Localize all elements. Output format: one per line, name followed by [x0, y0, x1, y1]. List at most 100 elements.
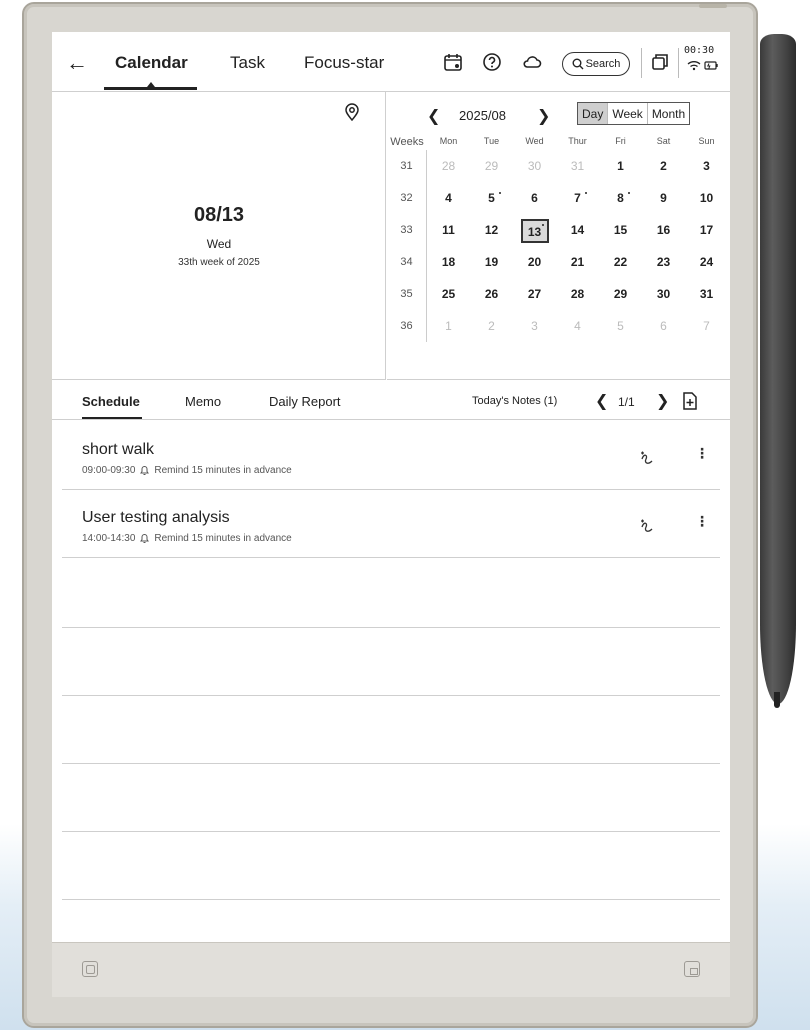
calendar-week-row: 36 1 2 3 4 5 6 7 [387, 310, 730, 342]
calendar-day[interactable]: 1 [599, 150, 642, 182]
more-icon[interactable]: ⋮ [695, 514, 709, 528]
help-icon[interactable] [482, 52, 502, 72]
top-bar: ← Calendar Task Focus-star Search 00:30 [52, 32, 730, 92]
bottom-bezel [52, 942, 730, 997]
calendar-day[interactable]: 11 [427, 214, 470, 246]
prev-month-button[interactable]: ❮ [427, 106, 440, 126]
tab-task[interactable]: Task [230, 53, 265, 73]
calendar-day[interactable]: 9 [642, 182, 685, 214]
tab-schedule[interactable]: Schedule [82, 394, 140, 409]
calendar-day[interactable]: 19 [470, 246, 513, 278]
cloud-sync-icon[interactable] [522, 52, 542, 72]
calendar-day[interactable]: 24 [685, 246, 728, 278]
calendar-day[interactable]: 16 [642, 214, 685, 246]
calendar-day[interactable]: 26 [470, 278, 513, 310]
date-panel: 08/13 Wed 33th week of 2025 [52, 92, 386, 380]
calendar-header-row: Weeks Mon Tue Wed Thur Fri Sat Sun [387, 136, 730, 150]
calendar-day[interactable]: 6 [642, 310, 685, 342]
tab-focus-star[interactable]: Focus-star [304, 53, 384, 73]
week-number: 36 [387, 310, 427, 342]
calendar-day[interactable]: 31 [556, 150, 599, 182]
stylus [760, 34, 796, 704]
search-button[interactable]: Search [562, 52, 630, 76]
event-item[interactable]: User testing analysis 14:00-14:30 Remind… [62, 490, 720, 558]
calendar-day[interactable]: 14 [556, 214, 599, 246]
calendar-day[interactable]: 23 [642, 246, 685, 278]
calendar-week-row: 35 25 26 27 28 29 30 31 [387, 278, 730, 310]
page-count: 1/1 [618, 395, 635, 409]
calendar-day[interactable]: 10 [685, 182, 728, 214]
calendar-day[interactable]: 21 [556, 246, 599, 278]
todays-notes-link[interactable]: Today's Notes (1) [472, 395, 557, 407]
calendar-day[interactable]: 15 [599, 214, 642, 246]
view-day[interactable]: Day [578, 103, 609, 124]
week-number: 35 [387, 278, 427, 310]
calendar-day[interactable]: 17 [685, 214, 728, 246]
calendar-day[interactable]: 28 [427, 150, 470, 182]
calendar-day[interactable]: 27 [513, 278, 556, 310]
calendar-day[interactable]: 7 [685, 310, 728, 342]
calendar-day[interactable]: 5 [599, 310, 642, 342]
calendar-day[interactable]: 20 [513, 246, 556, 278]
prev-page-button[interactable]: ❮ [595, 391, 608, 411]
divider [678, 48, 679, 78]
calendar-day[interactable]: 22 [599, 246, 642, 278]
view-week[interactable]: Week [608, 103, 648, 124]
empty-row-divider [62, 831, 720, 832]
screen-toggle-icon[interactable] [684, 961, 700, 977]
more-icon[interactable]: ⋮ [695, 446, 709, 460]
week-number: 34 [387, 246, 427, 278]
day-header: Mon [439, 136, 458, 146]
location-icon[interactable] [344, 103, 360, 121]
calendar-day[interactable]: 25 [427, 278, 470, 310]
multitask-icon[interactable] [82, 961, 98, 977]
month-calendar: ❮ 2025/08 ❯ Day Week Month Weeks Mon Tue… [387, 92, 730, 380]
back-arrow-icon[interactable]: ← [66, 50, 88, 76]
event-title: User testing analysis [82, 509, 230, 526]
schedule-tab-indicator [82, 417, 142, 419]
calendar-day[interactable]: 3 [685, 150, 728, 182]
calendar-day[interactable]: 5 [470, 182, 513, 214]
tab-calendar[interactable]: Calendar [115, 53, 188, 73]
calendar-day[interactable]: 2 [470, 310, 513, 342]
add-page-icon[interactable] [682, 392, 698, 410]
bell-icon [140, 466, 150, 475]
calendar-day[interactable]: 29 [599, 278, 642, 310]
calendar-day[interactable]: 1 [427, 310, 470, 342]
screen: ← Calendar Task Focus-star Search 00:30 … [52, 32, 730, 942]
calendar-day[interactable]: 4 [427, 182, 470, 214]
calendar-day[interactable]: 3 [513, 310, 556, 342]
tab-memo[interactable]: Memo [185, 394, 221, 409]
event-title: short walk [82, 441, 155, 458]
power-button [699, 4, 727, 8]
calendar-day[interactable]: 2 [642, 150, 685, 182]
calendar-day[interactable]: 12 [470, 214, 513, 246]
pages-icon[interactable] [650, 52, 670, 72]
calendar-week-row: 34 18 19 20 21 22 23 24 [387, 246, 730, 278]
next-page-button[interactable]: ❯ [656, 391, 669, 411]
calendar-day[interactable]: 30 [642, 278, 685, 310]
tab-daily-report[interactable]: Daily Report [269, 394, 341, 409]
calendar-day[interactable]: 18 [427, 246, 470, 278]
calendar-icon[interactable] [443, 52, 463, 72]
search-label: Search [585, 58, 621, 70]
empty-row-divider [62, 763, 720, 764]
calendar-day[interactable]: 31 [685, 278, 728, 310]
calendar-day[interactable]: 4 [556, 310, 599, 342]
next-month-button[interactable]: ❯ [537, 106, 550, 126]
calendar-day[interactable]: 6 [513, 182, 556, 214]
weeks-header: Weeks [390, 136, 424, 148]
event-item[interactable]: short walk 09:00-09:30 Remind 15 minutes… [62, 422, 720, 490]
week-number: 32 [387, 182, 427, 214]
calendar-day[interactable]: 28 [556, 278, 599, 310]
handwriting-icon[interactable] [639, 518, 655, 534]
calendar-week-row: 32 4 5 6 7 8 9 10 [387, 182, 730, 214]
event-details: 09:00-09:30 Remind 15 minutes in advance [82, 465, 292, 476]
calendar-day-selected[interactable]: 13 [513, 214, 556, 246]
calendar-day[interactable]: 30 [513, 150, 556, 182]
view-month[interactable]: Month [648, 103, 689, 124]
calendar-day[interactable]: 7 [556, 182, 599, 214]
handwriting-icon[interactable] [639, 450, 655, 466]
calendar-day[interactable]: 29 [470, 150, 513, 182]
calendar-day[interactable]: 8 [599, 182, 642, 214]
